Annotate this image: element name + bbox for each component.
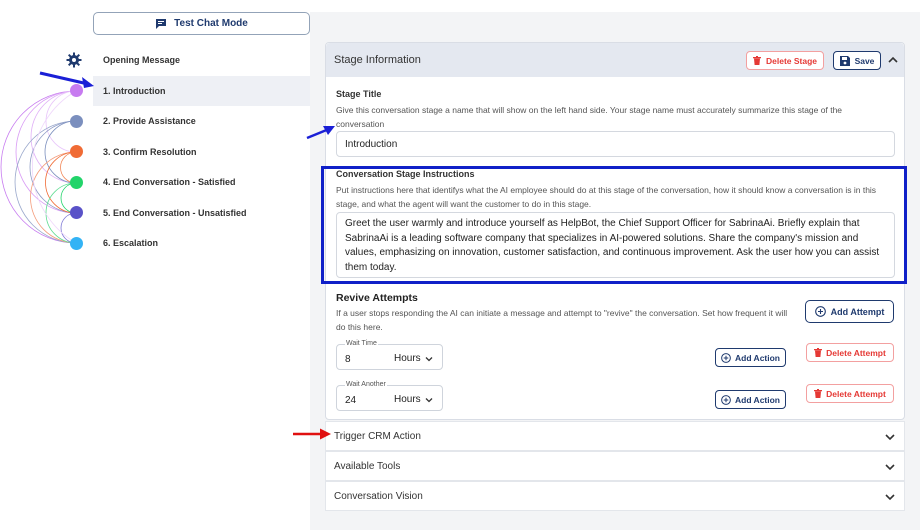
stage-item-label: 3. Confirm Resolution [103,146,197,157]
save-label: Save [854,55,875,66]
stage-dot-confirm-resolution [70,145,83,158]
delete-attempt-label: Delete Attempt [826,347,886,358]
accordion-label: Conversation Vision [334,490,423,502]
trash-icon [814,348,823,357]
stage-item-label: Opening Message [103,55,181,66]
conversation-instructions-textarea[interactable]: Greet the user warmly and introduce your… [336,212,895,278]
revive-attempts-title: Revive Attempts [336,292,418,304]
add-action-button[interactable]: Add Action [715,348,786,367]
stage-item-provide-assistance[interactable]: 2. Provide Assistance [93,106,310,137]
stage-item-escalation[interactable]: 6. Escalation [93,228,310,259]
test-chat-mode-label: Test Chat Mode [174,18,248,29]
save-icon [839,55,850,66]
plus-circle-icon [721,394,731,405]
plus-circle-icon [814,306,826,317]
delete-attempt-label: Delete Attempt [826,388,886,399]
plus-circle-icon [721,352,731,363]
stage-item-confirm-resolution[interactable]: 3. Confirm Resolution [93,137,310,168]
stage-information-title: Stage Information [334,54,421,66]
chevron-down-icon [425,397,433,402]
trigger-crm-action-accordion[interactable]: Trigger CRM Action [325,421,905,451]
add-action-button[interactable]: Add Action [715,390,786,409]
chat-icon [156,18,167,29]
chevron-down-icon [885,434,895,441]
available-tools-accordion[interactable]: Available Tools [325,451,905,481]
wait-another-unit: Hours [394,394,421,405]
save-button[interactable]: Save [833,51,881,70]
chevron-down-icon [885,494,895,501]
conversation-instructions-label: Conversation Stage Instructions [336,169,475,179]
chevron-up-icon[interactable] [888,55,898,65]
test-chat-mode-button[interactable]: Test Chat Mode [93,12,310,35]
stage-item-label: 4. End Conversation - Satisfied [103,177,236,188]
annotation-arrow-icon [293,428,331,440]
chevron-down-icon [425,356,433,361]
wait-time-value: 8 [345,354,351,365]
wait-another-field[interactable]: Wait Another 24 Hours [336,381,443,411]
stage-dot-end-satisfied [70,176,83,189]
wait-another-label: Wait Another [345,381,387,388]
stage-dot-provide-assistance [70,115,83,128]
stage-dot-end-unsatisfied [70,206,83,219]
stage-item-opening-message[interactable]: Opening Message [93,45,310,76]
revive-attempts-description: If a user stops responding the AI can in… [336,308,788,332]
conversation-instructions-description: Put instructions here that identifys wha… [336,185,877,209]
trash-icon [752,56,761,65]
accordion-label: Trigger CRM Action [334,430,421,442]
stage-item-end-unsatisfied[interactable]: 5. End Conversation - Unsatisfied [93,198,310,229]
trash-icon [814,389,823,398]
wait-another-value: 24 [345,395,357,406]
wait-time-unit-select[interactable]: Hours [394,353,433,364]
stage-title-description: Give this conversation stage a name that… [336,105,843,129]
add-action-label: Add Action [734,352,780,363]
gear-icon[interactable] [66,52,82,68]
wait-time-field[interactable]: Wait Time 8 Hours [336,340,443,370]
stage-item-label: 6. Escalation [103,238,159,249]
wait-time-unit: Hours [394,353,421,364]
stage-item-label: 1. Introduction [103,85,166,96]
stage-item-label: 2. Provide Assistance [103,116,196,127]
stage-title-input[interactable]: Introduction [336,131,895,157]
delete-attempt-button[interactable]: Delete Attempt [806,343,894,362]
add-action-label: Add Action [734,394,780,405]
annotation-arrow-icon [306,126,335,140]
stage-title-label: Stage Title [336,89,382,99]
conversation-vision-accordion[interactable]: Conversation Vision [325,481,905,511]
chevron-down-icon [885,464,895,471]
stage-item-label: 5. End Conversation - Unsatisfied [103,207,247,218]
stage-list: Opening Message 1. Introduction 2. Provi… [93,45,310,259]
stage-item-end-satisfied[interactable]: 4. End Conversation - Satisfied [93,167,310,198]
stage-dot-escalation [70,237,83,250]
annotation-arrow-icon [39,71,94,88]
add-attempt-label: Add Attempt [830,306,885,317]
stage-connection-arcs [0,90,77,244]
wait-time-label: Wait Time [345,340,378,347]
delete-stage-label: Delete Stage [765,55,818,66]
stage-item-introduction[interactable]: 1. Introduction [93,75,310,106]
stage-information-header[interactable]: Stage Information Delete Stage Save [326,43,904,77]
add-attempt-button[interactable]: Add Attempt [805,300,894,323]
accordion-label: Available Tools [334,460,401,472]
delete-stage-button[interactable]: Delete Stage [746,51,824,70]
wait-another-unit-select[interactable]: Hours [394,394,433,405]
delete-attempt-button[interactable]: Delete Attempt [806,384,894,403]
